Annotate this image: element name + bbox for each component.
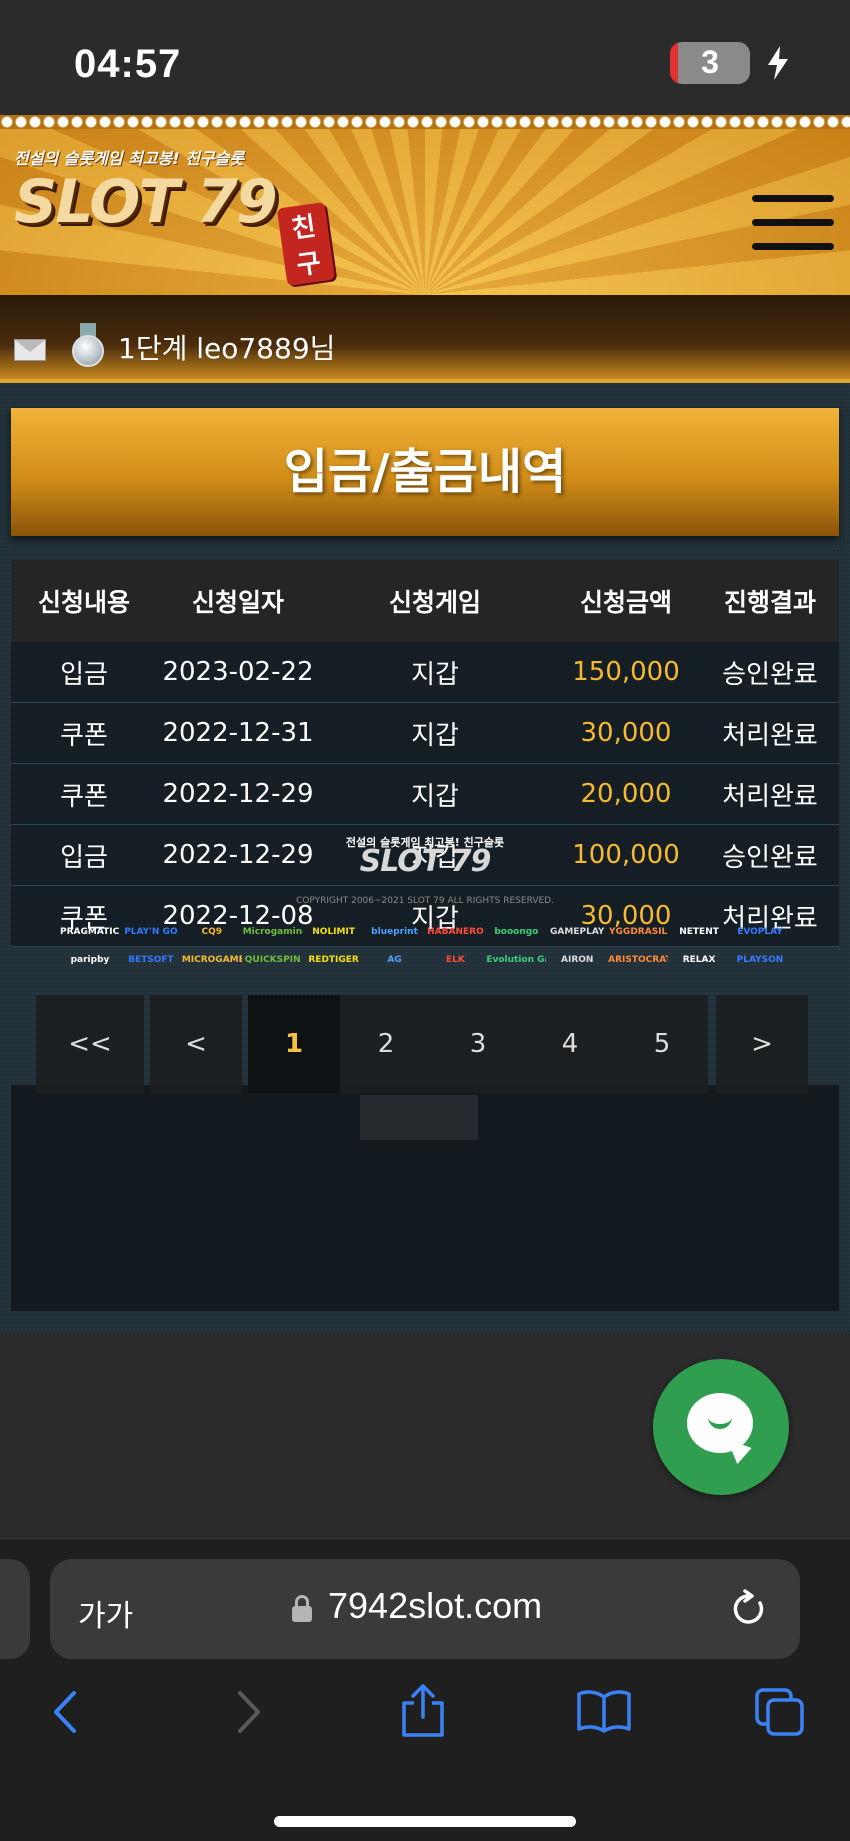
cell-game: 지갑: [411, 659, 459, 690]
page-button-4[interactable]: 4: [524, 995, 616, 1093]
browser-toolbar: 가가 7942slot.com: [0, 1538, 850, 1841]
cell-date: 2022-12-31: [162, 718, 314, 748]
provider-logo: CQ9: [201, 927, 223, 937]
provider-logo: PLAY'N GO: [124, 927, 178, 937]
page-next-button[interactable]: >: [716, 995, 808, 1093]
site-logo[interactable]: 전설의 슬롯게임 최고봉! 친구슬롯 SLOT 79 친구: [14, 145, 336, 286]
status-bar: 04:57 3: [0, 0, 850, 115]
battery-level: 3: [701, 44, 719, 80]
user-level-name: 1단계 leo7889님: [118, 332, 336, 365]
home-indicator: [274, 1816, 576, 1827]
provider-logo: RELAX: [682, 955, 716, 965]
cell-game: 지갑: [411, 781, 459, 812]
cell-type: 쿠폰: [60, 720, 108, 751]
page-button-1[interactable]: 1: [248, 995, 340, 1093]
table-row: 쿠폰 2022-12-29 지갑 20,000 처리완료: [11, 764, 839, 825]
provider-logo: MICROGAMES: [181, 955, 242, 965]
provider-logos: PRAGMATIC PLAY PLAY'N GO CQ9 Microgaming NOL…: [60, 918, 790, 974]
provider-row: paripby BETSOFT MICROGAMESQUICKSPIN REDTIGE…: [60, 946, 790, 974]
hamburger-menu-icon[interactable]: [752, 195, 834, 253]
previous-tab-preview[interactable]: [0, 1559, 30, 1659]
logo-wordmark: SLOT 79: [14, 167, 278, 237]
page-prev-button[interactable]: <: [150, 995, 242, 1093]
mail-icon[interactable]: [14, 339, 46, 361]
footer-copyright: COPYRIGHT 2006~2021 SLOT 79 ALL RIGHTS R…: [296, 896, 554, 906]
page-button-2[interactable]: 2: [340, 995, 432, 1093]
page-button-3[interactable]: 3: [432, 995, 524, 1093]
page-first-button[interactable]: <<: [36, 995, 144, 1093]
lock-icon: [292, 1595, 312, 1622]
provider-logo: PRAGMATIC PLAY: [60, 927, 120, 937]
cell-amount: 30,000: [580, 718, 672, 748]
cell-result: 처리완료: [722, 720, 818, 751]
charging-bolt-icon: [768, 46, 788, 80]
cell-date: 2023-02-22: [162, 657, 314, 687]
col-header-result: 진행결과: [723, 588, 816, 617]
provider-logo: booongo: [494, 927, 539, 937]
col-header-amount: 신청금액: [579, 588, 672, 617]
provider-logo: GAMEPLAY: [550, 927, 605, 937]
col-header-type: 신청내용: [37, 588, 130, 617]
provider-logo: blueprint: [371, 927, 418, 937]
provider-logo: NOLIMIT: [312, 927, 355, 937]
provider-logo: PLAYSON: [736, 955, 784, 965]
provider-logo: AIRON: [561, 955, 594, 965]
forward-arrow-icon[interactable]: [234, 1689, 264, 1735]
provider-row: PRAGMATIC PLAY PLAY'N GO CQ9 Microgaming NOL…: [60, 918, 790, 946]
provider-logo: paripby: [70, 955, 110, 965]
level-medal-icon: [70, 323, 106, 373]
footer-logo: SLOT 79: [359, 844, 492, 879]
page-title: 입금/출금내역: [283, 444, 567, 500]
history-table: 신청내용 신청일자 신청게임 신청금액 진행결과 입금 2023-02-22 지…: [11, 560, 839, 947]
provider-logo: ELK: [446, 955, 465, 965]
cell-type: 쿠폰: [60, 781, 108, 812]
bookmarks-icon[interactable]: [576, 1689, 632, 1733]
provider-logo: REDTIGER: [308, 955, 359, 965]
provider-logo: YGGDRASIL: [609, 927, 668, 937]
cell-amount: 20,000: [580, 779, 672, 809]
chat-button[interactable]: [653, 1359, 789, 1495]
user-bar: 1단계 leo7889님: [0, 295, 850, 383]
provider-logo: ARISTOCRAT: [608, 955, 669, 965]
provider-logo: AG: [387, 955, 402, 965]
status-time: 04:57: [74, 42, 182, 86]
table-row: 입금 2023-02-22 지갑 150,000 승인완료: [11, 642, 839, 703]
cell-game: 지갑: [411, 720, 459, 751]
share-icon[interactable]: [400, 1683, 446, 1739]
logo-tagline: 전설의 슬롯게임 최고봉! 친구슬롯: [14, 149, 245, 168]
cell-date: 2022-12-29: [162, 779, 314, 809]
cell-type: 입금: [60, 659, 108, 690]
footer-divider: [360, 1095, 478, 1140]
table-row: 쿠폰 2022-12-31 지갑 30,000 처리완료: [11, 703, 839, 764]
back-arrow-icon[interactable]: [50, 1689, 80, 1735]
reload-icon[interactable]: [730, 1589, 768, 1629]
cell-result: 승인완료: [722, 659, 818, 690]
logo-badge: 친구: [276, 202, 336, 286]
light-bulb-border: [0, 115, 850, 129]
tabs-icon[interactable]: [754, 1687, 806, 1737]
provider-logo: QUICKSPIN: [244, 955, 301, 965]
site-header: 전설의 슬롯게임 최고봉! 친구슬롯 SLOT 79 친구: [0, 115, 850, 295]
text-size-button[interactable]: 가가: [78, 1591, 133, 1635]
cell-result: 처리완료: [722, 781, 818, 812]
table-header: 신청내용 신청일자 신청게임 신청금액 진행결과: [11, 560, 839, 642]
address-bar[interactable]: 가가 7942slot.com: [50, 1559, 800, 1659]
provider-logo: NETENT: [679, 927, 719, 937]
provider-logo: Microgaming: [242, 927, 303, 937]
provider-logo: EVOPLAY: [737, 927, 783, 937]
col-header-game: 신청게임: [388, 588, 481, 617]
col-header-date: 신청일자: [191, 588, 284, 617]
provider-logo: HABANERO: [427, 927, 484, 937]
url-text[interactable]: 7942slot.com: [328, 1585, 542, 1627]
page-button-5[interactable]: 5: [616, 995, 708, 1093]
provider-logo: BETSOFT: [128, 955, 174, 965]
page-title-banner: 입금/출금내역: [11, 408, 839, 536]
battery-icon: 3: [670, 42, 750, 84]
provider-logo: Evolution Gaming: [486, 955, 546, 965]
cell-amount: 150,000: [572, 657, 680, 687]
